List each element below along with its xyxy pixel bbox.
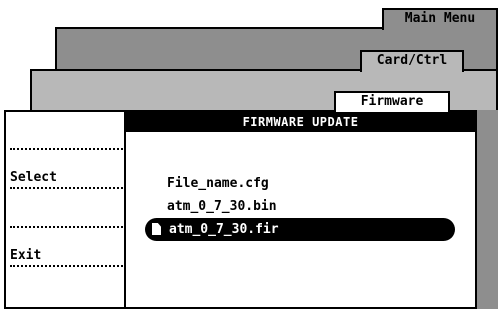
- softkey-sidebar: Select Exit: [4, 110, 126, 309]
- file-item[interactable]: atm_0_7_30.bin: [145, 195, 455, 218]
- select-softkey[interactable]: Select: [8, 153, 123, 191]
- softkey-3[interactable]: [8, 192, 123, 230]
- tab-card-ctrl[interactable]: Card/Ctrl: [360, 50, 464, 72]
- exit-softkey[interactable]: Exit: [8, 231, 123, 269]
- exit-softkey-label: Exit: [10, 248, 42, 263]
- file-name: atm_0_7_30.fir: [169, 222, 279, 237]
- tab-main-menu[interactable]: Main Menu: [382, 8, 498, 30]
- panel-title: FIRMWARE UPDATE: [126, 112, 475, 132]
- file-name: atm_0_7_30.bin: [167, 199, 277, 214]
- file-list: File_name.cfg atm_0_7_30.bin atm_0_7_30.…: [145, 172, 455, 241]
- softkey-divider: [10, 187, 123, 189]
- tab-firmware[interactable]: Firmware: [334, 91, 450, 113]
- softkey-1[interactable]: [8, 114, 123, 152]
- softkey-divider: [10, 226, 123, 228]
- panel-edge: [475, 110, 498, 309]
- file-item[interactable]: File_name.cfg: [145, 172, 455, 195]
- file-item-selected[interactable]: atm_0_7_30.fir: [145, 218, 455, 241]
- file-name: File_name.cfg: [167, 176, 269, 191]
- softkey-divider: [10, 148, 123, 150]
- select-softkey-label: Select: [10, 170, 57, 185]
- document-icon: [152, 223, 161, 235]
- softkey-divider: [10, 265, 123, 267]
